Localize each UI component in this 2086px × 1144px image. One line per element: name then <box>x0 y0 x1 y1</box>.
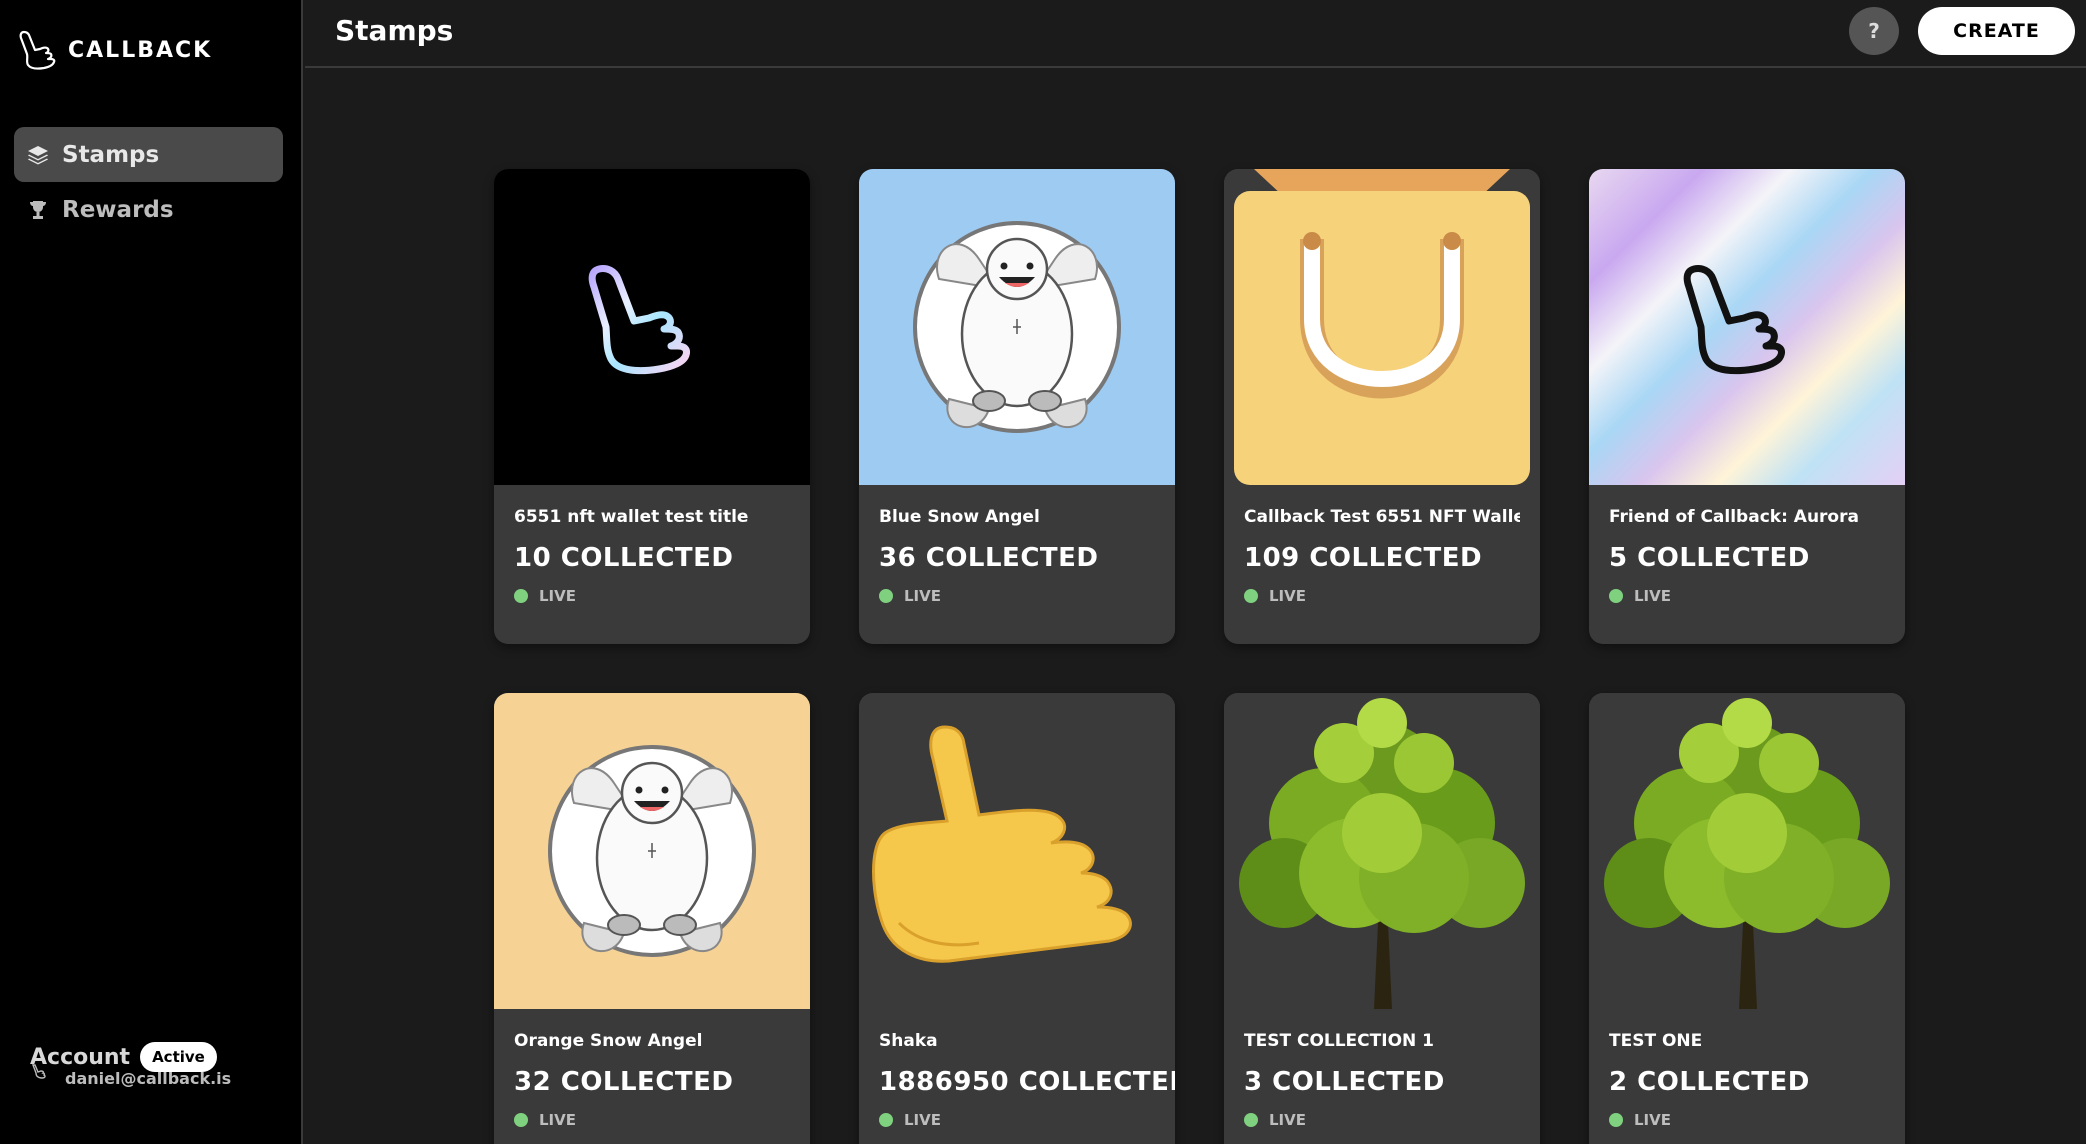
stamp-image <box>1589 693 1905 1009</box>
help-button[interactable]: ? <box>1849 7 1899 55</box>
stamp-status: LIVE <box>879 1111 1155 1129</box>
status-label: LIVE <box>539 1111 576 1129</box>
shopping-bag-icon <box>1234 169 1530 485</box>
shaka-logo-icon <box>19 30 56 70</box>
sidebar-item-stamps[interactable]: Stamps <box>14 127 283 182</box>
stamp-status: LIVE <box>1244 1111 1520 1129</box>
stamp-collected-count: 5 COLLECTED <box>1609 543 1810 573</box>
stamp-title: 6551 nft wallet test title <box>514 507 749 527</box>
live-dot-icon <box>1609 589 1623 603</box>
stamp-image <box>494 693 810 1009</box>
stamp-status: LIVE <box>514 1111 790 1129</box>
status-label: LIVE <box>904 587 941 605</box>
stamp-image <box>1224 169 1540 485</box>
snow-angel-yeti-icon <box>548 745 756 957</box>
stamp-collected-count: 36 COLLECTED <box>879 543 1099 573</box>
sidebar-item-rewards[interactable]: Rewards <box>14 182 283 237</box>
stamp-status: LIVE <box>1609 587 1885 605</box>
logo-text: CALLBACK <box>68 37 213 63</box>
live-dot-icon <box>879 1113 893 1127</box>
account-title: Account <box>30 1044 131 1070</box>
sidebar-item-label: Stamps <box>62 141 160 168</box>
tree-icon <box>1239 698 1525 1009</box>
tree-icon <box>1604 698 1890 1009</box>
stamp-title: Friend of Callback: Aurora <box>1609 507 1859 527</box>
live-dot-icon <box>1244 589 1258 603</box>
stamp-image <box>859 169 1175 485</box>
status-label: LIVE <box>1634 587 1671 605</box>
stamps-grid: 6551 nft wallet test title 10 COLLECTED … <box>494 169 1908 1144</box>
stamp-card[interactable]: TEST ONE 2 COLLECTED LIVE <box>1589 693 1905 1144</box>
live-dot-icon <box>514 1113 528 1127</box>
holographic-hand-icon <box>588 265 690 375</box>
trophy-icon <box>26 198 50 222</box>
create-button[interactable]: CREATE <box>1918 7 2075 55</box>
stamp-card[interactable]: 6551 nft wallet test title 10 COLLECTED … <box>494 169 810 644</box>
live-dot-icon <box>879 589 893 603</box>
status-label: LIVE <box>1269 587 1306 605</box>
live-dot-icon <box>1244 1113 1258 1127</box>
stamp-status: LIVE <box>514 587 790 605</box>
sidebar-item-label: Rewards <box>62 196 174 223</box>
stamp-card[interactable]: Blue Snow Angel 36 COLLECTED LIVE <box>859 169 1175 644</box>
sidebar: CALLBACK Stamps Rewards Account Active d… <box>0 0 303 1144</box>
stamp-status: LIVE <box>879 587 1155 605</box>
top-header: Stamps ? CREATE <box>305 0 2086 68</box>
stamp-collected-count: 1886950 COLLECTED <box>879 1067 1175 1097</box>
stamp-title: Orange Snow Angel <box>514 1031 703 1051</box>
status-badge: Active <box>140 1042 217 1072</box>
status-label: LIVE <box>1269 1111 1306 1129</box>
stamp-title: Shaka <box>879 1031 938 1051</box>
stamp-card[interactable]: Orange Snow Angel 32 COLLECTED LIVE <box>494 693 810 1144</box>
stamp-collected-count: 2 COLLECTED <box>1609 1067 1810 1097</box>
stamp-title: Callback Test 6551 NFT Wallet <box>1244 507 1520 527</box>
stamp-card[interactable]: Friend of Callback: Aurora 5 COLLECTED L… <box>1589 169 1905 644</box>
snow-angel-yeti-icon <box>913 221 1121 433</box>
black-hand-icon <box>1683 265 1785 375</box>
stamp-card[interactable]: Callback Test 6551 NFT Wallet 109 COLLEC… <box>1224 169 1540 644</box>
status-label: LIVE <box>539 587 576 605</box>
stamp-image <box>859 693 1175 1009</box>
layers-icon <box>26 143 50 167</box>
stamp-title: Blue Snow Angel <box>879 507 1040 527</box>
stamp-image <box>1589 169 1905 485</box>
stamp-card[interactable]: Shaka 1886950 COLLECTED LIVE <box>859 693 1175 1144</box>
stamp-title: TEST COLLECTION 1 <box>1244 1031 1434 1051</box>
stamp-collected-count: 109 COLLECTED <box>1244 543 1483 573</box>
stamp-title: TEST ONE <box>1609 1031 1703 1051</box>
stamp-status: LIVE <box>1244 587 1520 605</box>
status-label: LIVE <box>904 1111 941 1129</box>
stamp-image <box>494 169 810 485</box>
account-email: daniel@callback.is <box>65 1069 232 1088</box>
stamp-card[interactable]: TEST COLLECTION 1 3 COLLECTED LIVE <box>1224 693 1540 1144</box>
stamp-collected-count: 3 COLLECTED <box>1244 1067 1445 1097</box>
live-dot-icon <box>514 589 528 603</box>
app: CALLBACK Stamps Rewards Account Active d… <box>0 0 2086 1144</box>
stamp-collected-count: 10 COLLECTED <box>514 543 734 573</box>
sidebar-nav: Stamps Rewards <box>14 127 283 237</box>
page-title: Stamps <box>335 14 454 47</box>
logo[interactable]: CALLBACK <box>18 28 212 72</box>
stamp-image <box>1224 693 1540 1009</box>
status-label: LIVE <box>1634 1111 1671 1129</box>
account-section[interactable]: Account Active daniel@callback.is <box>30 1033 290 1088</box>
stamp-status: LIVE <box>1609 1111 1885 1129</box>
shaka-hand-emoji-icon <box>872 725 1132 963</box>
live-dot-icon <box>1609 1113 1623 1127</box>
stamp-collected-count: 32 COLLECTED <box>514 1067 734 1097</box>
